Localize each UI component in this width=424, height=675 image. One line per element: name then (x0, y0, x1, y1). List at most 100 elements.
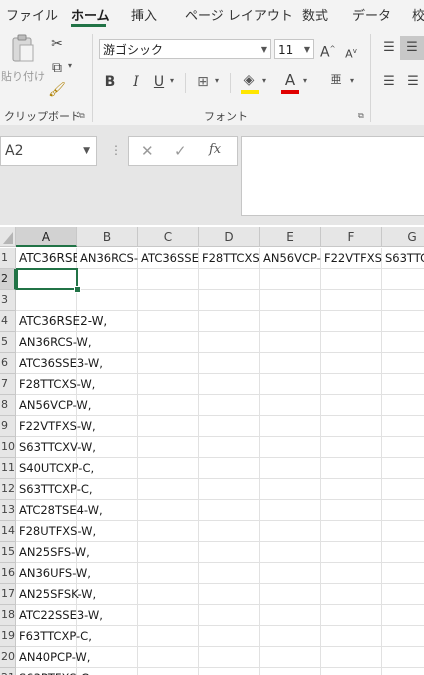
select-all-button[interactable] (0, 227, 16, 247)
row-header-5[interactable]: 5 (0, 332, 16, 353)
enter-icon[interactable]: ✓ (174, 142, 187, 160)
row-header-10[interactable]: 10 (0, 437, 16, 458)
tab-home[interactable]: ホーム (71, 5, 110, 24)
font-color-dropdown-icon[interactable]: ▾ (303, 76, 307, 85)
column-header-a[interactable]: A (16, 227, 77, 247)
cell-a18[interactable]: ATC22SSE3-W, (16, 605, 416, 625)
bold-button[interactable]: B (103, 72, 117, 92)
row-header-21[interactable]: 21 (0, 668, 16, 675)
cancel-icon[interactable]: ✕ (141, 142, 154, 160)
cell-a20[interactable]: AN40PCP-W, (16, 647, 416, 667)
column-header-d[interactable]: D (199, 227, 260, 247)
tab-data[interactable]: データ (352, 5, 391, 24)
column-header-f[interactable]: F (321, 227, 382, 247)
cell-a15[interactable]: AN25SFS-W, (16, 542, 416, 562)
copy-icon[interactable]: ⧉ (48, 58, 66, 78)
fill-handle[interactable] (74, 286, 81, 293)
cell-a6[interactable]: ATC36SSE3-W, (16, 353, 416, 373)
paste-button[interactable] (8, 34, 38, 64)
clipboard-launcher-icon[interactable]: ⧉ (79, 111, 85, 121)
row-header-15[interactable]: 15 (0, 542, 16, 563)
formula-input[interactable] (241, 136, 424, 216)
row-header-2[interactable]: 2 (0, 269, 16, 290)
cell-a10[interactable]: S63TTCXV-W, (16, 437, 416, 457)
cell-a16[interactable]: AN36UFS-W, (16, 563, 416, 583)
underline-dropdown-icon[interactable]: ▾ (170, 76, 174, 85)
row-header-11[interactable]: 11 (0, 458, 16, 479)
active-cell-a2[interactable] (16, 268, 78, 290)
align-left-icon[interactable]: ☰ (380, 72, 398, 92)
cell-a12[interactable]: S63TTCXP-C, (16, 479, 416, 499)
align-top-icon[interactable]: ☰ (380, 38, 398, 58)
copy-dropdown-icon[interactable]: ▾ (68, 61, 72, 70)
cell-a1[interactable]: ATC36RSE (16, 248, 77, 268)
cut-icon[interactable]: ✂ (48, 34, 66, 54)
column-header-b[interactable]: B (77, 227, 138, 247)
phonetic-icon[interactable]: 亜 (327, 70, 345, 90)
cell-a14[interactable]: F28UTFXS-W, (16, 521, 416, 541)
cell-a19[interactable]: F63TTCXP-C, (16, 626, 416, 646)
shrink-font-button[interactable]: Av (344, 41, 358, 65)
align-middle-button[interactable]: ☰ (400, 36, 424, 60)
cell-a9[interactable]: F22VTFXS-W, (16, 416, 416, 436)
row-header-16[interactable]: 16 (0, 563, 16, 584)
cell-a8[interactable]: AN56VCP-W, (16, 395, 416, 415)
row-header-20[interactable]: 20 (0, 647, 16, 668)
cell-a13[interactable]: ATC28TSE4-W, (16, 500, 416, 520)
font-size-select[interactable]: 11 ▼ (274, 39, 314, 59)
row-header-4[interactable]: 4 (0, 311, 16, 332)
cell-a4[interactable]: ATC36RSE2-W, (16, 311, 416, 331)
row-header-13[interactable]: 13 (0, 500, 16, 521)
font-name-select[interactable]: 游ゴシック ▼ (99, 39, 271, 59)
cell-a5[interactable]: AN36RCS-W, (16, 332, 416, 352)
active-tab-indicator (71, 24, 106, 27)
phonetic-dropdown-icon[interactable]: ▾ (350, 76, 354, 85)
row-header-17[interactable]: 17 (0, 584, 16, 605)
fill-color-icon[interactable]: ◈ (240, 70, 258, 90)
cell-g1[interactable]: S63TTC (382, 248, 424, 268)
column-header-e[interactable]: E (260, 227, 321, 247)
cell-d1[interactable]: F28TTCXS (199, 248, 260, 268)
row-header-9[interactable]: 9 (0, 416, 16, 437)
row-header-18[interactable]: 18 (0, 605, 16, 626)
column-header-c[interactable]: C (138, 227, 199, 247)
font-launcher-icon[interactable]: ⧉ (358, 111, 364, 121)
row-header-14[interactable]: 14 (0, 521, 16, 542)
tab-page-layout[interactable]: ページ レイアウト (185, 5, 293, 24)
row-header-3[interactable]: 3 (0, 290, 16, 311)
font-color-icon[interactable]: A (282, 70, 298, 90)
tab-formulas[interactable]: 数式 (302, 5, 328, 24)
tab-insert[interactable]: 挿入 (131, 5, 157, 24)
cell-a3[interactable] (16, 290, 416, 310)
cell-f1[interactable]: F22VTFXS (321, 248, 382, 268)
row-header-6[interactable]: 6 (0, 353, 16, 374)
underline-button[interactable]: U (152, 72, 166, 92)
row-header-1[interactable]: 1 (0, 248, 16, 269)
row-header-12[interactable]: 12 (0, 479, 16, 500)
insert-function-icon[interactable]: fx (209, 142, 221, 157)
borders-icon[interactable]: ⊞ (195, 72, 211, 92)
column-header-g[interactable]: G (382, 227, 424, 247)
cell-a21[interactable]: S63PTFXS-C, (16, 668, 416, 675)
name-box[interactable]: A2 ▼ (0, 136, 97, 166)
tab-file[interactable]: ファイル (6, 5, 58, 24)
italic-button[interactable]: I (129, 72, 143, 92)
row-header-7[interactable]: 7 (0, 374, 16, 395)
cell-b1[interactable]: AN36RCS- (77, 248, 138, 268)
row-header-8[interactable]: 8 (0, 395, 16, 416)
align-center-icon[interactable]: ☰ (404, 72, 422, 92)
cell-a11[interactable]: S40UTCXP-C, (16, 458, 416, 478)
cell-c1[interactable]: ATC36SSE (138, 248, 199, 268)
grow-font-button[interactable]: A^ (320, 39, 335, 63)
format-painter-icon[interactable]: 🖌 (48, 80, 66, 100)
table-row: F28UTFXS-W, (16, 521, 424, 542)
row-header-19[interactable]: 19 (0, 626, 16, 647)
more-options-icon[interactable]: ⋮ (110, 143, 122, 157)
cell-a7[interactable]: F28TTCXS-W, (16, 374, 416, 394)
fill-dropdown-icon[interactable]: ▾ (262, 76, 266, 85)
tab-review[interactable]: 校 (412, 5, 424, 24)
cell-a17[interactable]: AN25SFSK-W, (16, 584, 416, 604)
font-group-label: フォント (204, 110, 248, 123)
borders-dropdown-icon[interactable]: ▾ (215, 76, 219, 85)
cell-e1[interactable]: AN56VCP- (260, 248, 321, 268)
